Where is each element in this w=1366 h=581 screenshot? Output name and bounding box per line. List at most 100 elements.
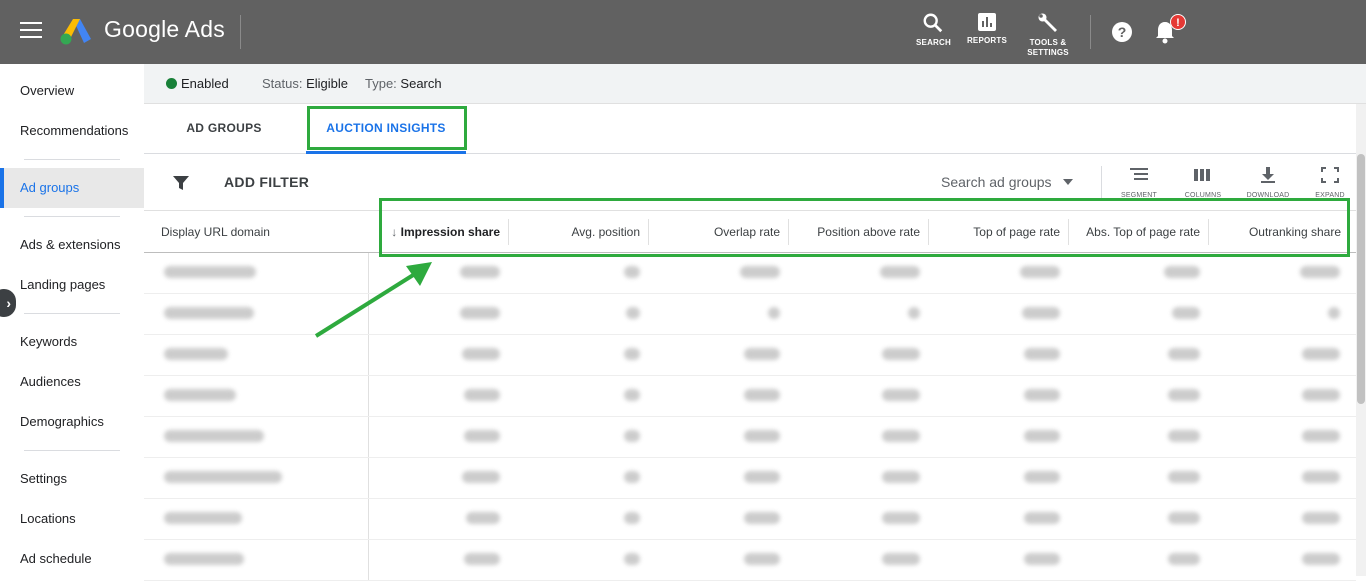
header-divider-2 — [1090, 15, 1091, 49]
search-ad-groups-select[interactable]: Search ad groups — [941, 174, 1052, 190]
app-title: Google Ads — [104, 16, 225, 42]
tab-auction-insights[interactable]: AUCTION INSIGHTS — [306, 104, 466, 154]
redacted-metric-cell — [880, 265, 920, 281]
column-header-abs-top-of-page-rate[interactable]: Abs. Top of page rate — [1068, 219, 1208, 245]
redacted-metric-cell — [882, 552, 920, 568]
segment-button[interactable]: SEGMENT — [1116, 166, 1162, 199]
redacted-metric-cell — [1172, 306, 1200, 322]
table-row[interactable] — [144, 458, 1356, 499]
main-content: Enabled Status: Eligible Type: Search AD… — [144, 64, 1366, 581]
redacted-metric-cell — [744, 347, 780, 363]
table-toolbar: ADD FILTER Search ad groups SEGMENT COLU… — [144, 154, 1356, 211]
sidebar-item-locations[interactable]: Locations — [0, 499, 144, 539]
table-row[interactable] — [144, 335, 1356, 376]
column-header-overlap-rate[interactable]: Overlap rate — [648, 219, 788, 245]
redacted-metric-cell — [1302, 511, 1340, 527]
toolbar-divider — [1101, 166, 1102, 200]
enabled-status[interactable]: Enabled — [181, 76, 229, 91]
redacted-metric-cell — [744, 552, 780, 568]
redacted-metric-cell — [1024, 388, 1060, 404]
table-row[interactable] — [144, 294, 1356, 335]
redacted-metric-cell — [1168, 347, 1200, 363]
redacted-metric-cell — [464, 429, 500, 445]
type-key: Type: — [365, 76, 397, 91]
download-button[interactable]: DOWNLOAD — [1244, 166, 1292, 199]
add-filter-button[interactable]: ADD FILTER — [224, 174, 309, 190]
redacted-domain-cell — [164, 470, 282, 486]
redacted-metric-cell — [624, 429, 640, 445]
google-ads-logo-icon — [60, 19, 91, 45]
sidebar-item-overview[interactable]: Overview — [0, 71, 144, 111]
sidebar-item-keywords[interactable]: Keywords — [0, 322, 144, 362]
segment-icon — [1130, 168, 1148, 180]
wrench-icon — [1038, 13, 1057, 32]
campaign-status-bar: Enabled Status: Eligible Type: Search — [144, 64, 1366, 104]
redacted-metric-cell — [1302, 388, 1340, 404]
sidebar-item-recommendations[interactable]: Recommendations — [0, 111, 144, 151]
table-row[interactable] — [144, 540, 1356, 581]
redacted-metric-cell — [768, 306, 780, 322]
menu-icon[interactable] — [20, 22, 42, 40]
search-icon — [923, 13, 943, 33]
expand-button[interactable]: EXPAND — [1310, 166, 1350, 199]
sidebar-divider — [24, 159, 120, 160]
redacted-metric-cell — [624, 511, 640, 527]
impression-share-label: Impression share — [400, 225, 500, 239]
sidebar-item-settings[interactable]: Settings — [0, 459, 144, 499]
redacted-metric-cell — [1168, 511, 1200, 527]
search-button[interactable]: SEARCH — [916, 12, 951, 48]
redacted-domain-cell — [164, 552, 244, 568]
sidebar-item-ads-extensions[interactable]: Ads & extensions — [0, 225, 144, 265]
sort-down-arrow-icon: ↓ — [391, 225, 401, 239]
tools-settings-button[interactable]: TOOLS & SETTINGS — [1026, 12, 1070, 58]
scrollbar-thumb[interactable] — [1357, 154, 1365, 404]
filter-icon[interactable] — [172, 174, 190, 192]
redacted-metric-cell — [744, 429, 780, 445]
status-value: Eligible — [306, 76, 349, 91]
redacted-metric-cell — [882, 347, 920, 363]
column-header-position-above-rate[interactable]: Position above rate — [788, 219, 928, 245]
type-info: Type: Search — [365, 76, 442, 91]
download-icon — [1261, 167, 1275, 183]
redacted-metric-cell — [882, 470, 920, 486]
sidebar-item-landing-pages[interactable]: Landing pages — [0, 265, 144, 305]
table-row[interactable] — [144, 376, 1356, 417]
reports-label: REPORTS — [966, 36, 1008, 45]
redacted-metric-cell — [460, 265, 500, 281]
redacted-metric-cell — [460, 306, 500, 322]
dropdown-caret-icon[interactable] — [1062, 176, 1074, 188]
redacted-metric-cell — [882, 388, 920, 404]
table-row[interactable] — [144, 499, 1356, 540]
redacted-metric-cell — [1024, 429, 1060, 445]
column-header-avg-position[interactable]: Avg. position — [508, 219, 648, 245]
sidebar-item-demographics[interactable]: Demographics — [0, 402, 144, 442]
reports-button[interactable]: REPORTS — [966, 12, 1008, 46]
sidebar-item-ad-groups[interactable]: Ad groups — [0, 168, 144, 208]
column-header-top-of-page-rate[interactable]: Top of page rate — [928, 219, 1068, 245]
redacted-metric-cell — [1300, 265, 1340, 281]
top-app-bar: Google Ads SEARCH REPORTS TOOLS & SETTIN… — [0, 0, 1366, 64]
redacted-metric-cell — [1024, 552, 1060, 568]
redacted-metric-cell — [1168, 552, 1200, 568]
sidebar-item-ad-schedule[interactable]: Ad schedule — [0, 539, 144, 579]
status-info: Status: Eligible — [262, 76, 348, 91]
table-row[interactable] — [144, 253, 1356, 294]
type-value: Search — [400, 76, 442, 91]
column-header-outranking-share[interactable]: Outranking share — [1208, 219, 1349, 245]
redacted-metric-cell — [882, 429, 920, 445]
status-key: Status: — [262, 76, 303, 91]
columns-button[interactable]: COLUMNS — [1180, 166, 1226, 199]
sidebar-divider — [24, 450, 120, 451]
help-icon[interactable]: ? — [1111, 21, 1133, 43]
left-navigation: Overview Recommendations Ad groups Ads &… — [0, 64, 144, 576]
tab-ad-groups[interactable]: AD GROUPS — [174, 104, 274, 154]
redacted-metric-cell — [624, 552, 640, 568]
redacted-metric-cell — [882, 511, 920, 527]
table-row[interactable] — [144, 417, 1356, 458]
column-header-display-url-domain[interactable]: Display URL domain — [161, 211, 361, 253]
redacted-metric-cell — [1024, 470, 1060, 486]
sidebar-item-audiences[interactable]: Audiences — [0, 362, 144, 402]
redacted-metric-cell — [1302, 347, 1340, 363]
column-header-impression-share[interactable]: ↓ Impression share — [380, 219, 508, 245]
collapse-sidebar-chevron-icon[interactable]: › — [0, 289, 16, 317]
